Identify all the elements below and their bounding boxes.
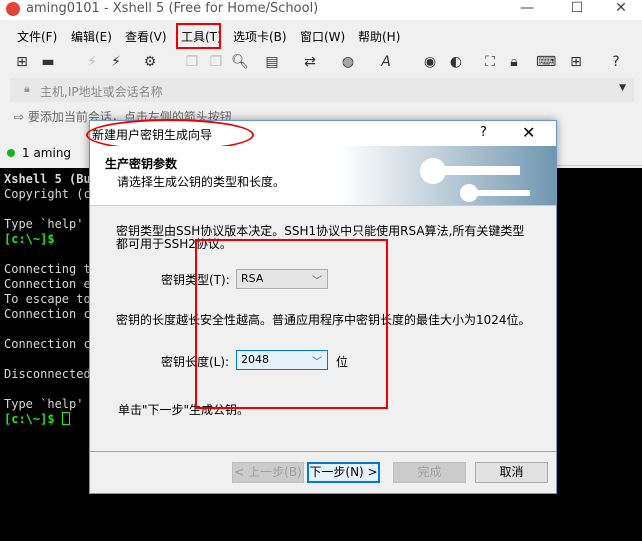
maximize-button[interactable]: ☐ (554, 0, 600, 20)
dialog-title-bar: 新建用户密钥生成向导 ? ✕ (86, 119, 556, 151)
connect-icon[interactable]: ⚡ (106, 52, 126, 72)
dialog-header: 生产密钥参数 请选择生成公钥的类型和长度。 (90, 146, 556, 206)
minimize-button[interactable]: — (504, 0, 550, 20)
address-bar[interactable]: 🔒︎ 主机,IP地址或会话名称 ▼ (10, 78, 634, 102)
title-bar: aming0101 - Xshell 5 (Free for Home/Scho… (0, 0, 642, 20)
window-title: aming0101 - Xshell 5 (Free for Home/Scho… (26, 1, 319, 16)
print-icon[interactable]: ▤ (262, 52, 282, 72)
next-button[interactable]: 下一步(N) > (307, 462, 380, 483)
tab-label: 1 aming (22, 146, 72, 160)
status-dot-icon (7, 149, 15, 157)
dialog-subheading: 请选择生成公钥的类型和长度。 (117, 175, 286, 189)
help-icon[interactable]: ? (606, 52, 626, 72)
fullscreen-icon[interactable]: ⛶ (480, 52, 500, 72)
font-icon[interactable]: A (376, 52, 396, 72)
terminal-line: Disconnected (4, 367, 91, 381)
menu-view[interactable]: 查看(V) (125, 28, 167, 45)
paste-icon[interactable]: ❐ (206, 52, 226, 72)
keyboard-icon[interactable]: ⌨ (536, 52, 556, 72)
menu-help[interactable]: 帮助(H) (358, 28, 400, 45)
tab-session[interactable]: 1 aming (0, 140, 90, 166)
terminal-line: Xshell 5 (Bui (4, 172, 98, 186)
chevron-down-icon[interactable]: ▼ (619, 83, 626, 93)
terminal-prompt: [c:\~]$ (4, 232, 55, 246)
address-input[interactable]: 主机,IP地址或会话名称 (40, 83, 163, 100)
toolbar: ⊞ ▬ ⚡ ⚡ ⚙ ❐ ❐ 🔍︎ ▤ ⇄ ◍ A ◉ ◐ ⛶ 🔒︎ ⌨ ⊞ ? (10, 50, 642, 76)
globe-icon[interactable]: ◍ (338, 52, 358, 72)
open-folder-icon[interactable]: ▬ (38, 52, 58, 72)
cancel-button[interactable]: 取消 (475, 462, 548, 483)
terminal-line: Connection cl (4, 337, 98, 351)
terminal-line: Connection cl (4, 307, 98, 321)
lock-icon[interactable]: 🔒︎ (504, 52, 524, 72)
help-button[interactable]: ? (480, 125, 487, 140)
divider (90, 451, 556, 452)
dialog-close-button[interactable]: ✕ (522, 123, 535, 142)
close-button[interactable]: ✕ (598, 0, 642, 20)
dialog-heading: 生产密钥参数 (105, 157, 178, 171)
annotation-rectangle (195, 239, 388, 409)
terminal-line: Type `help' t (4, 397, 98, 411)
terminal-line: Connection es (4, 277, 98, 291)
terminal-line: Type `help' t (4, 217, 98, 231)
terminal-prompt: [c:\~]$ (4, 412, 62, 426)
new-session-icon[interactable]: ⊞ (12, 52, 32, 72)
lock-icon: 🔒︎ (24, 82, 30, 95)
finish-button[interactable]: 完成 (393, 462, 466, 483)
copy-icon[interactable]: ❐ (182, 52, 202, 72)
xshell-logo-icon (6, 2, 20, 16)
menu-file[interactable]: 文件(F) (17, 28, 57, 45)
xftp-icon[interactable]: ◐ (446, 52, 466, 72)
find-icon[interactable]: 🔍︎ (230, 52, 250, 72)
menu-bar: 文件(F) 编辑(E) 查看(V) 工具(T) 选项卡(B) 窗口(W) 帮助(… (0, 24, 642, 46)
cursor (61, 412, 70, 425)
menu-edit[interactable]: 编辑(E) (71, 28, 112, 45)
keys-banner-image (340, 146, 556, 205)
new-tab-icon[interactable]: ⊞ (566, 52, 586, 72)
terminal-line: Copyright (c (4, 187, 91, 201)
back-button[interactable]: < 上一步(B) (232, 462, 304, 483)
key-generation-wizard-dialog: 新建用户密钥生成向导 ? ✕ 生产密钥参数 请选择生成公钥的类型和长度。 密钥类… (86, 119, 557, 494)
properties-icon[interactable]: ⚙ (140, 52, 160, 72)
xshell-icon[interactable]: ◉ (420, 52, 440, 72)
arrow-icon[interactable]: ⇨ (14, 110, 28, 124)
terminal-line: Connecting to (4, 262, 98, 276)
transfer-icon[interactable]: ⇄ (300, 52, 320, 72)
menu-tabs[interactable]: 选项卡(B) (233, 28, 287, 45)
menu-window[interactable]: 窗口(W) (300, 28, 345, 45)
terminal-line: To escape to (4, 292, 91, 306)
disconnect-icon[interactable]: ⚡ (82, 52, 102, 72)
annotation-rectangle (176, 23, 221, 49)
